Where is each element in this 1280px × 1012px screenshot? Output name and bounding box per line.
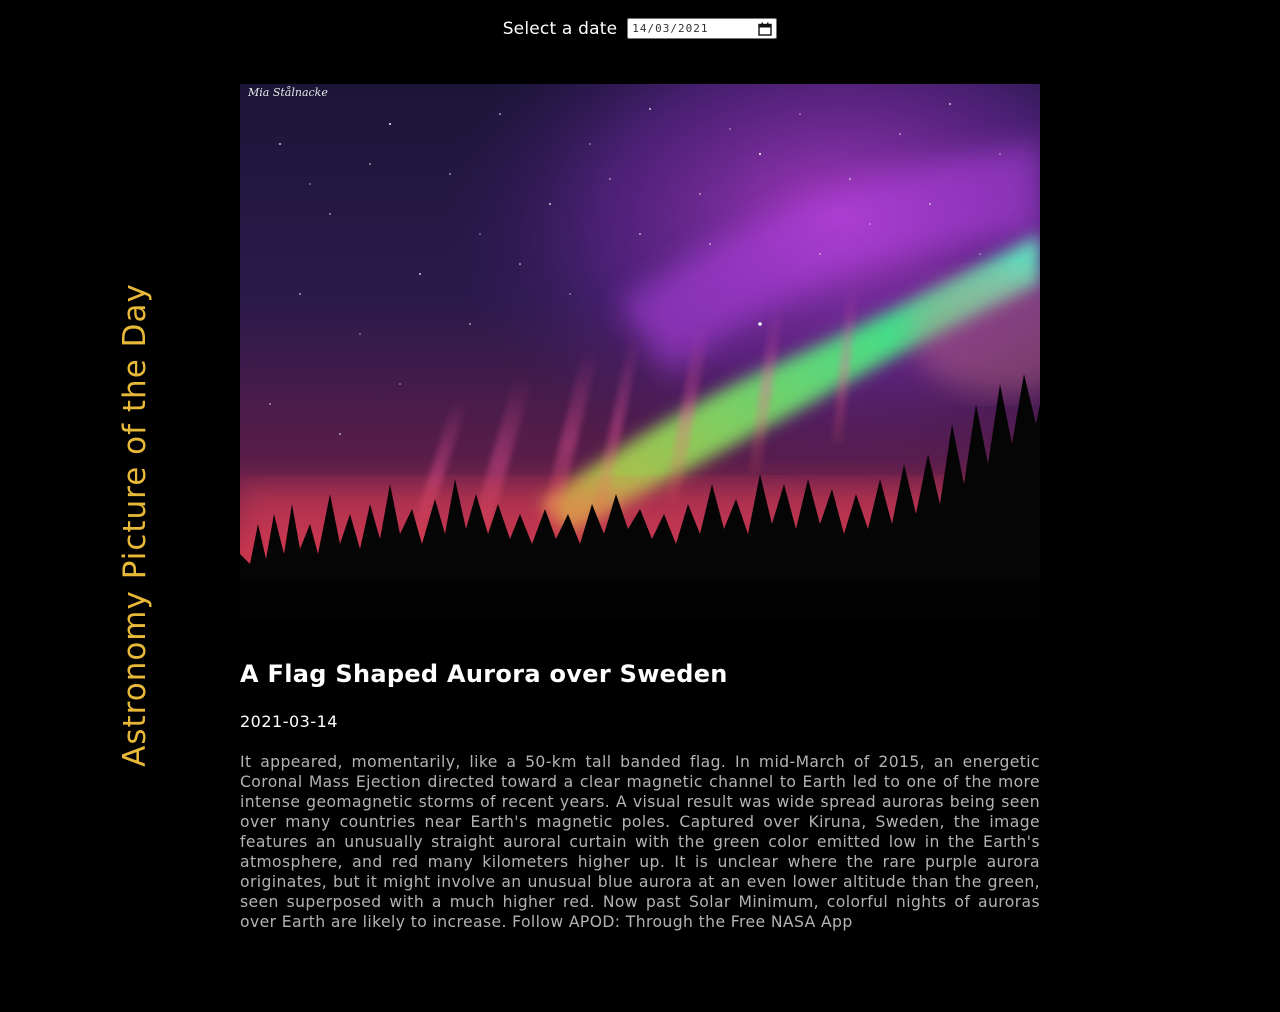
- date-input-value[interactable]: 14/03/2021: [632, 22, 708, 35]
- apod-title: A Flag Shaped Aurora over Sweden: [240, 660, 728, 688]
- apod-page: Select a date 14/03/2021 Astronomy Pictu…: [0, 0, 1280, 1012]
- aurora-photo: [240, 84, 1040, 619]
- apod-image: Mia Stålnacke: [240, 84, 1040, 619]
- date-selector: Select a date 14/03/2021: [0, 18, 1280, 39]
- apod-date: 2021-03-14: [240, 712, 338, 731]
- calendar-icon[interactable]: [758, 22, 772, 36]
- date-input[interactable]: 14/03/2021: [627, 18, 778, 39]
- apod-explanation: It appeared, momentarily, like a 50-km t…: [240, 753, 1040, 931]
- side-title: Astronomy Picture of the Day: [117, 283, 154, 767]
- date-label: Select a date: [502, 18, 618, 39]
- photo-credit: Mia Stålnacke: [248, 86, 328, 99]
- side-title-container: Astronomy Picture of the Day: [40, 260, 230, 790]
